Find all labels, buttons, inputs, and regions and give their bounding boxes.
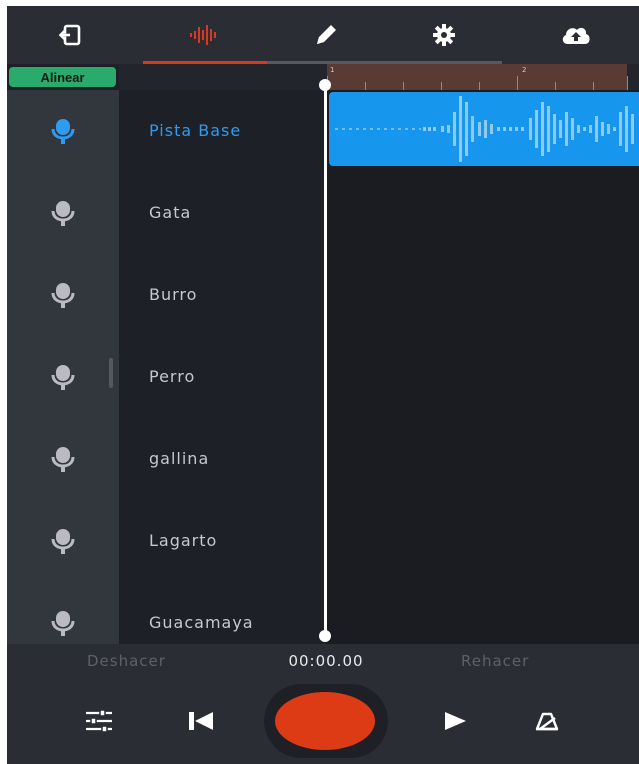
- track-row[interactable]: gallina: [7, 418, 639, 500]
- align-button[interactable]: Alinear: [9, 67, 116, 87]
- transport-bar: Deshacer 00:00.00 Rehacer: [7, 644, 639, 764]
- pencil-icon: [317, 25, 336, 44]
- clip-waveform: [335, 96, 634, 162]
- ruler-tick: [627, 76, 628, 90]
- mixer-button[interactable]: [79, 706, 119, 736]
- ruler-number: 2: [522, 66, 527, 74]
- loop-region[interactable]: [327, 64, 627, 90]
- track-record-arm-button[interactable]: [41, 437, 85, 481]
- track-name[interactable]: Lagarto: [149, 500, 217, 582]
- upload-tab[interactable]: [513, 6, 639, 64]
- track-name[interactable]: Pista Base: [149, 90, 241, 172]
- microphone-icon: [51, 283, 75, 308]
- track-row[interactable]: Pista Base: [7, 90, 639, 172]
- playhead-handle-top[interactable]: [319, 79, 331, 91]
- track-row[interactable]: Perro: [7, 336, 639, 418]
- metronome-icon: [535, 712, 559, 731]
- ruler-number: 1: [330, 66, 335, 74]
- ruler-tick: [555, 82, 556, 90]
- ruler-tick: [479, 82, 480, 90]
- microphone-icon: [51, 529, 75, 554]
- track-row[interactable]: Gata: [7, 172, 639, 254]
- track-name[interactable]: Burro: [149, 254, 197, 336]
- skip-to-start-icon: [189, 712, 213, 730]
- app-window: Alinear 1 2 Pista Base Gata Burro Perro …: [7, 6, 639, 764]
- play-button[interactable]: [435, 706, 475, 736]
- play-icon: [445, 712, 466, 730]
- track-name[interactable]: gallina: [149, 418, 209, 500]
- track-row[interactable]: Burro: [7, 254, 639, 336]
- track-name[interactable]: Gata: [149, 172, 191, 254]
- microphone-icon: [51, 365, 75, 390]
- time-display: 00:00.00: [288, 652, 364, 670]
- skip-to-start-button[interactable]: [181, 706, 221, 736]
- playhead-handle-bottom[interactable]: [319, 630, 331, 642]
- microphone-icon: [51, 201, 75, 226]
- record-button[interactable]: [275, 692, 375, 750]
- track-record-arm-button[interactable]: [41, 191, 85, 235]
- track-record-arm-button[interactable]: [41, 519, 85, 563]
- microphone-icon: [51, 611, 75, 636]
- redo-button[interactable]: Rehacer: [461, 652, 529, 670]
- settings-tab[interactable]: [381, 6, 507, 64]
- mixer-icon: [86, 709, 112, 733]
- playhead[interactable]: [324, 84, 327, 638]
- track-name[interactable]: Perro: [149, 336, 195, 418]
- ruler-tick: [593, 82, 594, 90]
- exit-icon: [59, 24, 81, 46]
- ruler-tick: [517, 76, 518, 90]
- timeline-ruler[interactable]: 1 2: [119, 64, 639, 90]
- track-area: Pista Base Gata Burro Perro gallina Laga…: [7, 90, 639, 644]
- gear-icon: [433, 24, 455, 46]
- cloud-upload-icon: [562, 27, 590, 44]
- track-record-arm-button[interactable]: [41, 355, 85, 399]
- ruler-tick: [365, 82, 366, 90]
- track-record-arm-button[interactable]: [41, 273, 85, 317]
- ruler-tick: [403, 82, 404, 90]
- microphone-icon: [51, 447, 75, 472]
- waveform-icon: [190, 25, 216, 45]
- undo-button[interactable]: Deshacer: [87, 652, 166, 670]
- exit-button[interactable]: [7, 6, 133, 64]
- top-toolbar: [7, 6, 639, 64]
- ruler-tick: [441, 82, 442, 90]
- track-record-arm-button[interactable]: [41, 601, 85, 645]
- edit-tab[interactable]: [263, 6, 389, 64]
- microphone-icon: [51, 119, 75, 144]
- metronome-button[interactable]: [527, 706, 567, 736]
- track-record-arm-button[interactable]: [41, 109, 85, 153]
- audio-clip[interactable]: [329, 92, 639, 166]
- track-row[interactable]: Lagarto: [7, 500, 639, 582]
- waveform-tab[interactable]: [141, 6, 267, 64]
